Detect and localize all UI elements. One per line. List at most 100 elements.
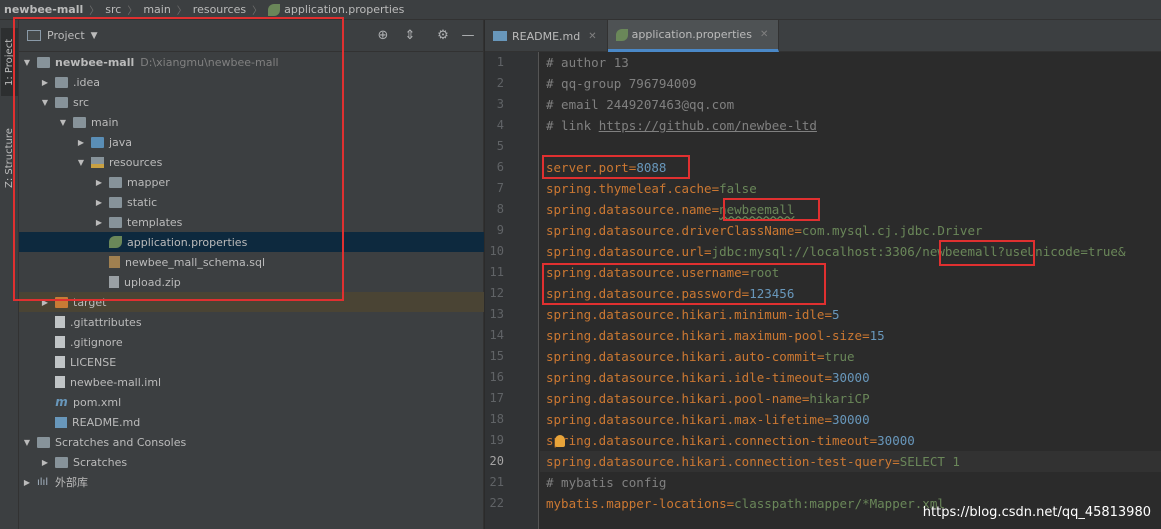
tree-item-external-libraries[interactable]: ▶ ılıl 外部库 [19,472,484,492]
property-value: newbeemall [719,202,795,217]
expanded-arrow-icon[interactable]: ▼ [21,58,33,67]
property-number: 30000 [877,433,915,448]
tree-item-scratches[interactable]: ▶ Scratches [19,452,484,472]
breadcrumb-item-resources[interactable]: resources [193,3,246,16]
tree-item-readme[interactable]: README.md [19,412,484,432]
tree-item-gitattributes[interactable]: .gitattributes [19,312,484,332]
property-key: spring.datasource.hikari.connection-time… [546,433,870,448]
project-view-selector[interactable]: Project ▼ [27,29,98,42]
property-key: spring.datasource.hikari.auto-commit [546,349,817,364]
tree-item-java[interactable]: ▶ java [19,132,484,152]
code-line[interactable]: spring.thymeleaf.cache=false [540,178,1161,199]
code-line[interactable]: # link https://github.com/newbee-ltd [540,115,1161,136]
expanded-arrow-icon[interactable]: ▼ [57,118,69,127]
sql-file-icon [109,256,120,268]
collapsed-arrow-icon[interactable]: ▶ [93,198,105,207]
tree-item-label: static [127,195,158,209]
collapsed-arrow-icon[interactable]: ▶ [93,218,105,227]
chevron-right-icon: 〉 [252,6,263,17]
breadcrumb-item-file[interactable]: application.properties [268,3,404,16]
code-line[interactable]: # email 2449207463@qq.com [540,94,1161,115]
code-line[interactable]: spring.datasource.hikari.auto-commit=tru… [540,346,1161,367]
line-number: 11 [489,265,504,279]
tree-item-schema-sql[interactable]: newbee_mall_schema.sql [19,252,484,272]
tree-item-license[interactable]: LICENSE [19,352,484,372]
code-line[interactable]: spring.datasource.hikari.max-lifetime=30… [540,409,1161,430]
code-line[interactable] [540,136,1161,157]
tree-item-upload-zip[interactable]: upload.zip [19,272,484,292]
code-line[interactable]: spring.datasource.hikari.maximum-pool-si… [540,325,1161,346]
tree-item-root[interactable]: ▼ newbee-mall D:\xiangmu\newbee-mall [19,52,484,72]
project-panel-header: Project ▼ ⊕ ⇕ ⚙ — [19,20,483,52]
close-icon[interactable]: ✕ [588,31,596,42]
code-line[interactable]: spring.datasource.hikari.idle-timeout=30… [540,367,1161,388]
tree-item-idea[interactable]: ▶ .idea [19,72,484,92]
tree-item-gitignore[interactable]: .gitignore [19,332,484,352]
code-line[interactable]: # mybatis config [540,472,1161,493]
collapse-all-icon[interactable]: ⇕ [402,28,418,44]
property-separator: = [711,202,720,217]
tab-readme[interactable]: README.md ✕ [485,20,608,52]
property-value: root [749,265,780,280]
tree-item-label: src [73,95,90,109]
tree-item-templates[interactable]: ▶ templates [19,212,484,232]
tree-item-label: application.properties [127,235,248,249]
collapsed-arrow-icon[interactable]: ▶ [75,138,87,147]
collapsed-arrow-icon[interactable]: ▶ [39,458,51,467]
line-number: 17 [489,391,504,405]
collapsed-arrow-icon[interactable]: ▶ [21,478,33,487]
close-icon[interactable]: ✕ [760,29,768,40]
breadcrumb-item-main[interactable]: main [143,3,170,16]
code-editor[interactable]: # author 13 # qq-group 796794009 # email 2… [540,52,1161,529]
collapsed-arrow-icon[interactable]: ▶ [39,298,51,307]
property-separator: = [862,328,870,343]
breadcrumb-item-project[interactable]: newbee-mall [4,3,83,16]
code-line[interactable]: spring.datasource.driverClassName=com.my… [540,220,1161,241]
tree-item-label: pom.xml [73,395,122,409]
chevron-down-icon: ▼ [90,30,98,41]
property-separator: = [711,181,720,196]
expanded-arrow-icon[interactable]: ▼ [75,158,87,167]
code-line[interactable]: spring.datasource.hikari.pool-name=hikar… [540,388,1161,409]
expanded-arrow-icon[interactable]: ▼ [39,98,51,107]
code-line[interactable]: spring.datasource.password=123456 [540,283,1161,304]
tab-structure-tool[interactable]: Z: Structure [1,116,18,200]
code-line[interactable]: spring.datasource.hikari.connection-time… [540,430,1161,451]
collapsed-arrow-icon[interactable]: ▶ [39,78,51,87]
tree-item-src[interactable]: ▼ src [19,92,484,112]
tree-item-label: 外部库 [55,476,88,489]
locate-icon[interactable]: ⊕ [375,28,391,44]
lightbulb-icon[interactable] [555,435,565,447]
line-number: 13 [489,307,504,321]
gear-icon[interactable]: ⚙ [435,28,451,44]
code-line[interactable]: spring.datasource.hikari.minimum-idle=5 [540,304,1161,325]
tree-item-resources[interactable]: ▼ resources [19,152,484,172]
code-line[interactable]: # qq-group 796794009 [540,73,1161,94]
tree-item-main[interactable]: ▼ main [19,112,484,132]
breadcrumb-item-src[interactable]: src [105,3,121,16]
tree-item-static[interactable]: ▶ static [19,192,484,212]
collapsed-arrow-icon[interactable]: ▶ [93,178,105,187]
code-line[interactable]: spring.datasource.name=newbeemall [540,199,1161,220]
minimize-icon[interactable]: — [460,28,476,44]
code-line[interactable]: server.port=8088 [540,157,1161,178]
tree-item-application-properties[interactable]: application.properties [19,232,484,252]
tree-item-target[interactable]: ▶ target [19,292,484,312]
code-line[interactable]: spring.datasource.url=jdbc:mysql://local… [540,241,1161,262]
code-line[interactable]: # author 13 [540,52,1161,73]
line-number: 6 [496,160,504,174]
library-icon: ılıl [37,476,49,488]
tree-item-pom[interactable]: m pom.xml [19,392,484,412]
code-comment: # author 13 [546,55,629,70]
tab-application-properties[interactable]: application.properties ✕ [607,20,780,52]
tree-item-mapper[interactable]: ▶ mapper [19,172,484,192]
code-line[interactable]: spring.datasource.username=root [540,262,1161,283]
tree-item-label: .gitattributes [70,315,142,329]
tree-item-label: resources [109,155,163,169]
expanded-arrow-icon[interactable]: ▼ [21,438,33,447]
tree-item-scratches-consoles[interactable]: ▼ Scratches and Consoles [19,432,484,452]
tab-project-tool[interactable]: 1: Project [1,28,18,96]
code-line[interactable]: spring.datasource.hikari.connection-test… [540,451,1161,472]
tree-item-iml[interactable]: newbee-mall.iml [19,372,484,392]
maven-icon: m [55,394,68,409]
